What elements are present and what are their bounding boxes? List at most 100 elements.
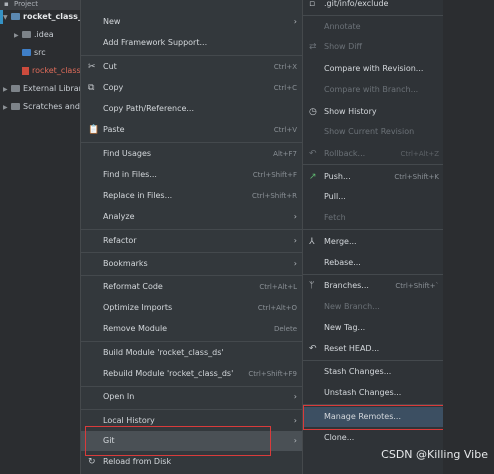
menu-item-analyze[interactable]: Analyze › [81, 207, 303, 227]
folder-icon [22, 31, 31, 38]
tree-item-label: rocket_class_d [23, 12, 80, 21]
submenu-item-label: Rebase... [324, 258, 361, 267]
menu-item-label: Bookmarks [103, 259, 148, 268]
separator [303, 229, 444, 230]
menu-item-find-in-files[interactable]: Find in Files... Ctrl+Shift+F [81, 165, 303, 185]
tree-item-label: rocket_class [32, 66, 80, 75]
submenu-item-annotate[interactable]: Annotate [303, 17, 444, 37]
menu-item-copy[interactable]: ⧉ Copy Ctrl+C [81, 78, 303, 98]
menu-item-label: Copy Path/Reference... [103, 104, 195, 113]
submenu-item-new-branch[interactable]: New Branch... [303, 297, 444, 317]
menu-item-bookmarks[interactable]: Bookmarks › [81, 254, 303, 274]
menu-item-copy-path[interactable]: Copy Path/Reference... [81, 99, 303, 119]
submenu-item-git-exclude[interactable]: ▫ .git/info/exclude [303, 0, 444, 14]
menu-item-cut[interactable]: ✂ Cut Ctrl+X [81, 57, 303, 77]
push-arrow-icon: ↗ [309, 172, 317, 182]
submenu-item-reset-head[interactable]: ↶ Reset HEAD... [303, 339, 444, 359]
menu-item-remove-module[interactable]: Remove Module Delete [81, 319, 303, 339]
menu-item-shortcut: Ctrl+Shift+R [252, 192, 297, 200]
menu-item-shortcut: Ctrl+Shift+F [252, 171, 297, 179]
submenu-item-compare-branch[interactable]: Compare with Branch... [303, 80, 444, 100]
menu-item-open-in[interactable]: Open In › [81, 387, 303, 407]
menu-item-shortcut: Ctrl+Alt+L [259, 283, 297, 291]
submenu-item-label: Unstash Changes... [324, 388, 402, 397]
project-tree: ▪ Project ▼ rocket_class_d ▶ .idea src roc… [0, 0, 80, 474]
separator [81, 341, 303, 342]
menu-item-label: Analyze [103, 212, 135, 221]
menu-item-label: New [103, 17, 121, 26]
folder-icon: ▪ [4, 0, 9, 8]
context-menu: New › Add Framework Support... ✂ Cut Ctrl+X… [80, 0, 303, 474]
submenu-item-label: Reset HEAD... [324, 344, 380, 353]
menu-item-reformat-code[interactable]: Reformat Code Ctrl+Alt+L [81, 277, 303, 297]
tree-item-label: Scratches and [23, 102, 80, 111]
submenu-item-pull[interactable]: Pull... [303, 187, 444, 207]
highlight-box-git [85, 426, 271, 456]
submenu-item-label: Fetch [324, 213, 346, 222]
tree-item-idea[interactable]: ▶ .idea [14, 28, 80, 42]
menu-item-replace-in-files[interactable]: Replace in Files... Ctrl+Shift+R [81, 186, 303, 206]
submenu-item-branches[interactable]: ᛘ Branches... Ctrl+Shift+` [303, 276, 444, 296]
git-submenu: ▫ .git/info/exclude Annotate ⇄ Show Diff C… [302, 0, 450, 474]
submenu-item-label: Compare with Revision... [324, 64, 424, 73]
submenu-item-fetch[interactable]: Fetch [303, 208, 444, 228]
menu-item-label: Reformat Code [103, 282, 163, 291]
submenu-item-clone[interactable]: Clone... [303, 428, 444, 448]
tree-item-scratches[interactable]: ▶ Scratches and [3, 100, 80, 114]
menu-item-refactor[interactable]: Refactor › [81, 231, 303, 251]
library-icon [11, 85, 20, 92]
menu-item-label: Build Module 'rocket_class_ds' [103, 348, 224, 357]
separator [303, 164, 444, 165]
chevron-right-icon: ▶ [14, 32, 19, 39]
copy-icon: ⧉ [88, 83, 95, 93]
menu-item-build-module[interactable]: Build Module 'rocket_class_ds' [81, 343, 303, 363]
submenu-item-label: .git/info/exclude [324, 0, 389, 8]
menu-item-shortcut: Delete [274, 325, 297, 333]
submenu-item-compare-revision[interactable]: Compare with Revision... [303, 59, 444, 79]
submenu-item-rebase[interactable]: Rebase... [303, 253, 444, 273]
submenu-item-show-current-revision[interactable]: Show Current Revision [303, 122, 444, 142]
chevron-right-icon: ▶ [3, 86, 8, 93]
branch-icon: ᛘ [309, 281, 315, 291]
menu-item-add-framework[interactable]: Add Framework Support... [81, 33, 303, 53]
tree-item-label: .idea [34, 30, 54, 39]
submenu-item-label: Show History [324, 107, 377, 116]
menu-item-label: Replace in Files... [103, 191, 173, 200]
menu-item-shortcut: Alt+F7 [273, 150, 297, 158]
menu-item-paste[interactable]: 📋 Paste Ctrl+V [81, 120, 303, 140]
menu-item-optimize-imports[interactable]: Optimize Imports Ctrl+Alt+O [81, 298, 303, 318]
submenu-item-push[interactable]: ↗ Push... Ctrl+Shift+K [303, 167, 444, 187]
project-tool-header[interactable]: ▪ Project [0, 0, 80, 10]
submenu-item-shortcut: Ctrl+Shift+` [395, 282, 439, 290]
submenu-item-show-diff[interactable]: ⇄ Show Diff [303, 37, 444, 57]
tree-item-label: External Librar [23, 84, 80, 93]
submenu-item-label: Pull... [324, 192, 346, 201]
tree-item-external-libraries[interactable]: ▶ External Librar [3, 82, 80, 96]
separator [81, 229, 303, 230]
menu-item-label: Paste [103, 125, 125, 134]
submenu-item-shortcut: Ctrl+Shift+K [394, 173, 439, 181]
clock-icon: ◷ [309, 107, 317, 117]
chevron-right-icon: › [293, 259, 297, 268]
menu-item-new[interactable]: New › [81, 12, 303, 32]
clipboard-icon: 📋 [88, 125, 100, 135]
submenu-item-rollback[interactable]: ↶ Rollback... Ctrl+Alt+Z [303, 144, 444, 164]
submenu-item-stash[interactable]: Stash Changes... [303, 362, 444, 382]
submenu-item-label: Merge... [324, 237, 357, 246]
submenu-item-label: New Tag... [324, 323, 366, 332]
tree-item-file[interactable]: rocket_class [22, 64, 80, 78]
submenu-item-show-history[interactable]: ◷ Show History [303, 102, 444, 122]
menu-item-rebuild-module[interactable]: Rebuild Module 'rocket_class_ds' Ctrl+Shi… [81, 364, 303, 384]
submenu-item-label: Annotate [324, 22, 361, 31]
submenu-item-unstash[interactable]: Unstash Changes... [303, 383, 444, 403]
submenu-item-merge[interactable]: ⅄ Merge... [303, 232, 444, 252]
tree-item-root[interactable]: ▼ rocket_class_d [3, 10, 80, 24]
menu-item-label: Copy [103, 83, 124, 92]
folder-icon [11, 13, 20, 20]
menu-item-shortcut: Ctrl+C [273, 84, 297, 92]
menu-item-find-usages[interactable]: Find Usages Alt+F7 [81, 144, 303, 164]
separator [81, 55, 303, 56]
submenu-item-new-tag[interactable]: New Tag... [303, 318, 444, 338]
menu-item-label: Cut [103, 62, 117, 71]
tree-item-src[interactable]: src [22, 46, 80, 60]
